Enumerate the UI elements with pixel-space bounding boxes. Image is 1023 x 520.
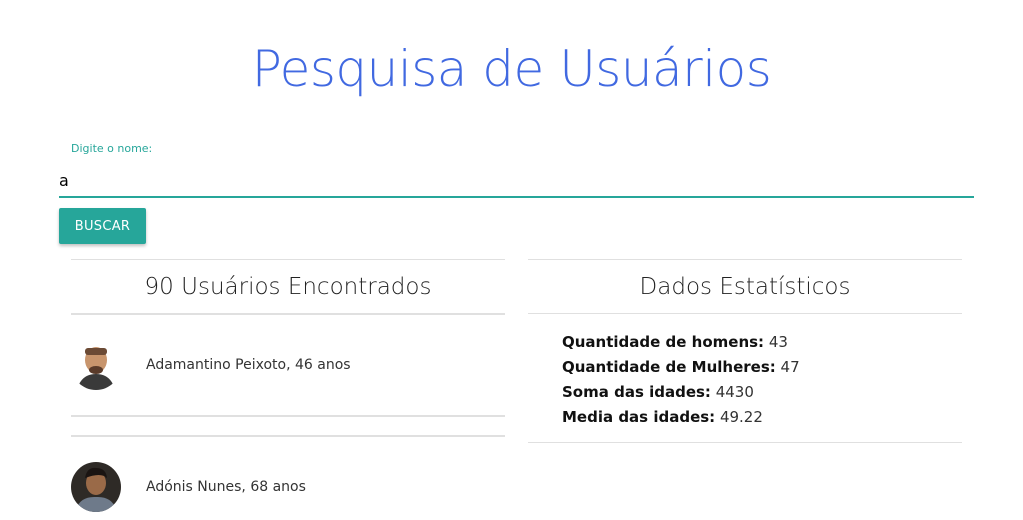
list-item[interactable]: Adamantino Peixoto, 46 anos [71,315,505,415]
divider [528,442,962,443]
stat-age-average: Media das idades: 49.22 [562,408,763,426]
avatar [71,340,121,390]
search-button[interactable]: BUSCAR [59,208,146,244]
stat-age-sum: Soma das idades: 4430 [562,383,754,401]
search-input[interactable] [59,164,974,198]
user-name: Adamantino Peixoto, 46 anos [146,357,351,373]
avatar [71,462,121,512]
stat-female-count: Quantidade de Mulheres: 47 [562,358,800,376]
search-label: Digite o nome: [71,142,153,155]
users-panel-title: 90 Usuários Encontrados [144,273,432,300]
search-field: Digite o nome: [59,142,974,201]
page: Pesquisa de Usuários Digite o nome: BUSC… [0,0,1023,520]
user-name: Adónis Nunes, 68 anos [146,479,306,495]
stat-male-count: Quantidade de homens: 43 [562,333,788,351]
stats-panel: Dados Estatísticos Quantidade de homens:… [528,259,962,443]
list-item[interactable]: Adónis Nunes, 68 anos [71,437,505,520]
stats-list: Quantidade de homens: 43 Quantidade de M… [528,314,962,442]
users-panel: 90 Usuários Encontrados Adamantino Peixo… [71,259,505,520]
page-title: Pesquisa de Usuários [251,40,772,98]
stats-panel-title: Dados Estatísticos [639,273,851,300]
